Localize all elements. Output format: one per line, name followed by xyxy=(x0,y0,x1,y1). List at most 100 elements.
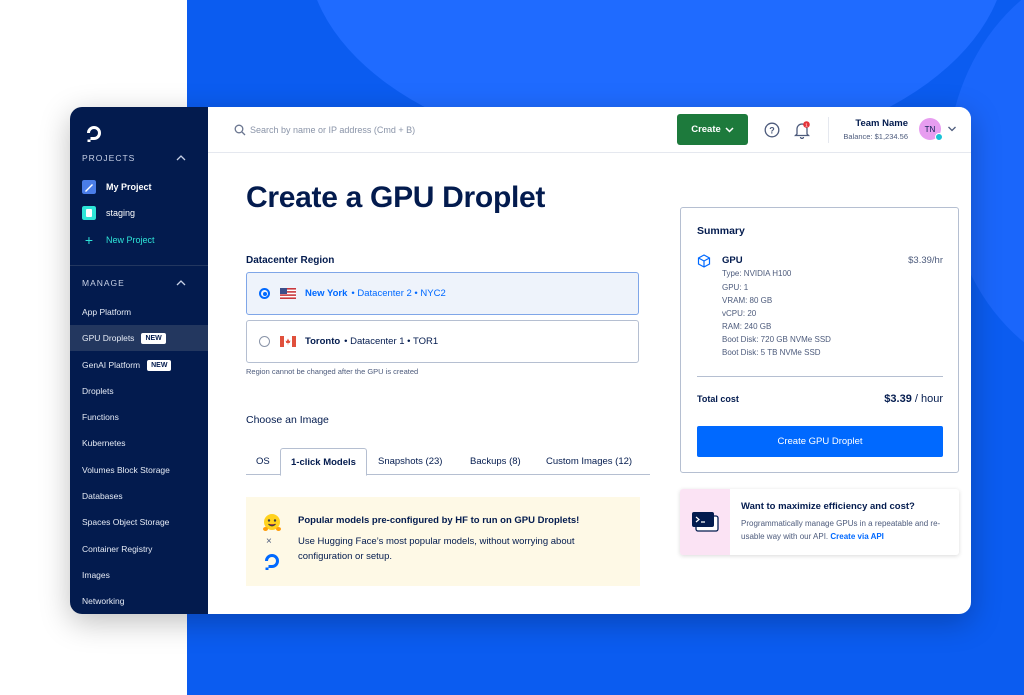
hugging-face-info-box: × Popular models pre-configured by HF to… xyxy=(246,497,640,586)
gpu-cube-icon xyxy=(697,254,711,268)
sidebar-item-functions[interactable]: Functions xyxy=(70,404,208,430)
team-name[interactable]: Team Name xyxy=(838,118,908,129)
help-icon[interactable]: ? xyxy=(764,122,780,138)
image-label: Choose an Image xyxy=(246,414,329,426)
spec-line: Type: NVIDIA H100 xyxy=(722,269,792,278)
summary-item-price: $3.39/hr xyxy=(908,255,943,266)
sidebar-item-label: Images xyxy=(82,570,110,580)
project-label: staging xyxy=(106,208,136,218)
region-datacenter: • Datacenter 2 • NYC2 xyxy=(351,288,446,299)
chevron-up-icon[interactable] xyxy=(174,278,188,288)
tab-custom-images[interactable]: Custom Images (12) xyxy=(546,448,632,475)
summary-divider xyxy=(697,376,943,377)
chevron-down-icon xyxy=(725,126,734,133)
sidebar-item-label: GenAI Platform xyxy=(82,360,141,370)
create-button[interactable]: Create xyxy=(677,114,748,145)
tab-backups[interactable]: Backups (8) xyxy=(470,448,521,475)
region-hint: Region cannot be changed after the GPU i… xyxy=(246,367,419,376)
account-balance: Balance: $1,234.56 xyxy=(843,132,908,141)
api-card-body: Programmatically manage GPUs in a repeat… xyxy=(741,517,946,543)
bell-icon[interactable]: 1 xyxy=(794,121,810,139)
project-label: My Project xyxy=(106,182,152,192)
search-icon xyxy=(234,124,246,136)
project-item-staging[interactable]: staging xyxy=(82,204,135,222)
top-bar: Create ? 1 Team Name Balance: $1,234.56 … xyxy=(208,107,971,153)
sidebar-item-app-platform[interactable]: App Platform xyxy=(70,299,208,325)
sidebar-item-label: Volumes Block Storage xyxy=(82,465,170,475)
svg-text:?: ? xyxy=(769,125,775,135)
sidebar-item-genai-platform[interactable]: GenAI Platform NEW xyxy=(70,352,208,378)
sidebar-item-label: App Platform xyxy=(82,307,132,317)
terminal-cards-icon xyxy=(692,512,719,532)
spec-line: GPU: 1 xyxy=(722,283,749,292)
hf-description: Use Hugging Face’s most popular models, … xyxy=(298,536,575,562)
api-promo-card: Want to maximize efficiency and cost? Pr… xyxy=(680,489,959,555)
project-pencil-icon xyxy=(82,180,96,194)
summary-panel: Summary GPU $3.39/hr Type: NVIDIA H100 G… xyxy=(680,207,959,473)
sidebar-item-label: Kubernetes xyxy=(82,438,126,448)
create-gpu-droplet-button[interactable]: Create GPU Droplet xyxy=(697,426,943,457)
notification-count: 1 xyxy=(805,122,808,128)
region-city: New York xyxy=(305,288,348,299)
hf-title: Popular models pre-configured by HF to r… xyxy=(298,515,580,526)
project-bucket-icon xyxy=(82,206,96,220)
region-datacenter: • Datacenter 1 • TOR1 xyxy=(344,336,439,347)
region-label: Datacenter Region xyxy=(246,255,335,266)
total-amount: $3.39 xyxy=(884,393,912,405)
sidebar-item-label: Networking xyxy=(82,596,125,606)
app-window: PROJECTS My Project staging + New Projec… xyxy=(70,107,971,614)
us-flag-icon xyxy=(280,288,296,299)
chevron-down-icon[interactable] xyxy=(947,125,957,133)
tab-snapshots[interactable]: Snapshots (23) xyxy=(378,448,442,475)
new-badge: NEW xyxy=(147,359,172,371)
spec-line: RAM: 240 GB xyxy=(722,322,772,331)
sidebar-divider xyxy=(70,265,208,266)
spec-line: Boot Disk: 720 GB NVMe SSD xyxy=(722,335,831,344)
sidebar-item-networking[interactable]: Networking xyxy=(70,588,208,614)
create-via-api-link[interactable]: Create via API xyxy=(830,532,884,541)
new-badge: NEW xyxy=(141,332,166,344)
radio-unselected[interactable] xyxy=(259,336,270,347)
create-label: Create xyxy=(691,124,721,135)
api-icon-panel xyxy=(680,489,730,555)
api-card-title: Want to maximize efficiency and cost? xyxy=(741,501,915,512)
digitalocean-logo-icon[interactable] xyxy=(84,123,104,143)
image-tabs: OS 1-click Models Snapshots (23) Backups… xyxy=(246,448,650,476)
sidebar-item-spaces[interactable]: Spaces Object Storage xyxy=(70,509,208,535)
total-cost-label: Total cost xyxy=(697,394,739,404)
sidebar-item-label: Droplets xyxy=(82,386,114,396)
sidebar-item-kubernetes[interactable]: Kubernetes xyxy=(70,430,208,456)
sidebar-item-volumes[interactable]: Volumes Block Storage xyxy=(70,457,208,483)
tab-os[interactable]: OS xyxy=(256,448,270,475)
ca-flag-icon xyxy=(280,336,296,347)
sidebar-item-gpu-droplets[interactable]: GPU Droplets NEW xyxy=(70,325,208,351)
plus-icon: + xyxy=(84,232,94,248)
sidebar-item-container-registry[interactable]: Container Registry xyxy=(70,536,208,562)
region-option-tor1[interactable]: Toronto • Datacenter 1 • TOR1 xyxy=(246,320,639,363)
spec-line: vCPU: 20 xyxy=(722,309,757,318)
separator-x: × xyxy=(266,536,272,547)
new-project-label: New Project xyxy=(106,235,155,245)
sidebar-item-droplets[interactable]: Droplets xyxy=(70,378,208,404)
sidebar-item-images[interactable]: Images xyxy=(70,562,208,588)
sidebar-item-label: Spaces Object Storage xyxy=(82,517,170,527)
status-dot xyxy=(935,133,943,141)
project-item-my-project[interactable]: My Project xyxy=(82,178,152,196)
chevron-up-icon[interactable] xyxy=(174,153,188,163)
summary-item: GPU xyxy=(722,255,743,266)
projects-header: PROJECTS xyxy=(82,153,136,163)
tab-1-click-models[interactable]: 1-click Models xyxy=(280,448,367,476)
region-option-nyc2[interactable]: New York • Datacenter 2 • NYC2 xyxy=(246,272,639,315)
sidebar-item-label: Container Registry xyxy=(82,544,153,554)
new-project-button[interactable]: + New Project xyxy=(82,231,155,249)
sidebar-item-databases[interactable]: Databases xyxy=(70,483,208,509)
sidebar-item-label: Functions xyxy=(82,412,119,422)
page-title: Create a GPU Droplet xyxy=(246,181,546,214)
search-input[interactable] xyxy=(250,121,490,139)
spec-line: VRAM: 80 GB xyxy=(722,296,773,305)
digitalocean-icon xyxy=(265,554,279,570)
hugging-face-icon xyxy=(263,514,281,531)
sidebar: PROJECTS My Project staging + New Projec… xyxy=(70,107,208,614)
radio-selected[interactable] xyxy=(259,288,270,299)
manage-header: MANAGE xyxy=(82,278,125,288)
